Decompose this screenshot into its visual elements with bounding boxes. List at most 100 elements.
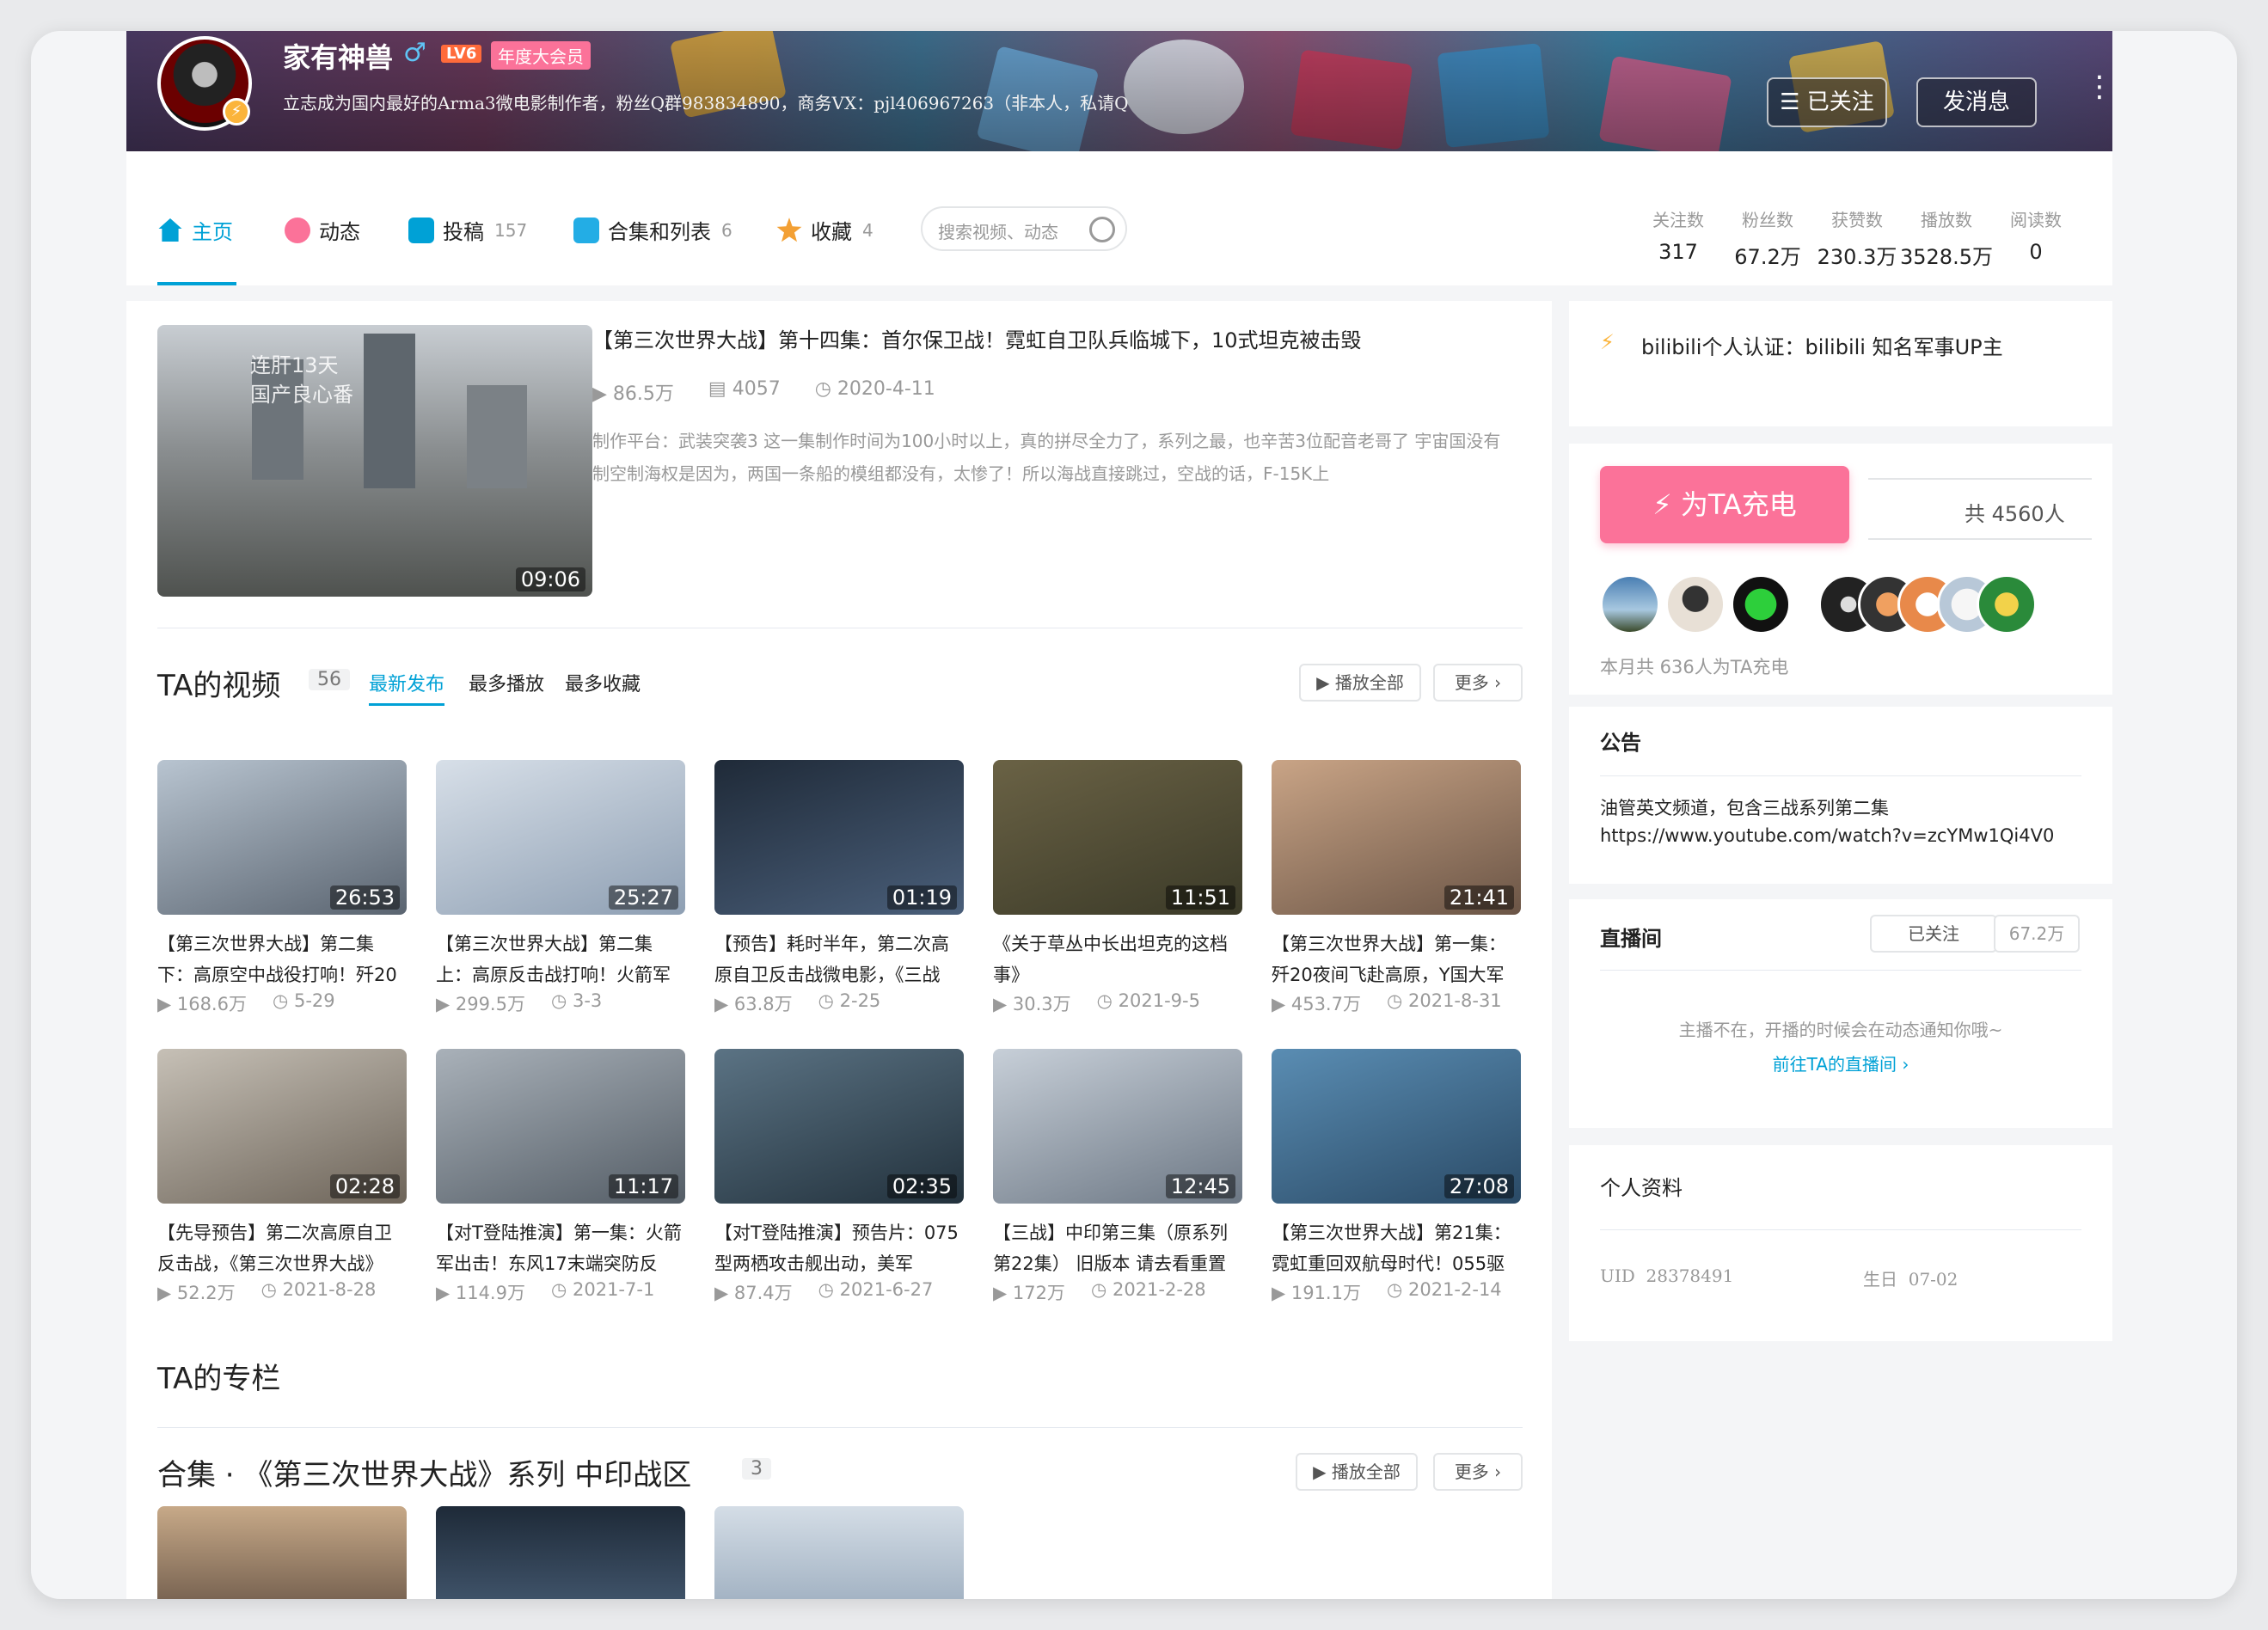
video-thumbnail[interactable]: 26:53 [157, 760, 407, 915]
video-thumbnail[interactable]: 25:27 [436, 760, 685, 915]
top-video-description: 制作平台：武装突袭3 这一集制作时间为100小时以上，真的拼尽全力了，系列之最，… [592, 431, 1501, 484]
play-all-button[interactable]: ▶ 播放全部 [1299, 664, 1421, 702]
main-content: 连肝13天 国产良心番 09:06 【第三次世界大战】第十四集：首尔保卫战！霓虹… [126, 301, 1552, 1599]
charger-avatar[interactable] [1977, 574, 2037, 634]
stat-label: 获赞数 [1831, 210, 1883, 230]
video-thumbnail[interactable]: 02:35 [714, 1049, 964, 1204]
collection-section-title[interactable]: 合集 · 《第三次世界大战》系列 中印战区 [157, 1451, 691, 1493]
browser-window: ⚡ 家有神兽 ♂ LV6 年度大会员 立志成为国内最好的Arma3微电影制作者，… [31, 31, 2237, 1599]
video-title[interactable]: 【先导预告】第二次高原自卫反击战，《第三次世界大战》 [157, 1217, 407, 1279]
collection-thumbnail[interactable] [436, 1506, 685, 1599]
video-title[interactable]: 【第三次世界大战】第一集：歼20夜间飞赴高原，Y国大军 [1272, 928, 1521, 990]
clock-icon: ◷ [1096, 990, 1113, 1011]
video-title[interactable]: 【第三次世界大战】第二集上：高原反击战打响！火箭军 [436, 928, 685, 990]
tab-label: 主页 [192, 220, 233, 244]
certification-card: ⚡ bilibili个人认证：bilibili 知名军事UP主 [1569, 301, 2112, 426]
search-input[interactable]: 搜索视频、动态 [921, 206, 1127, 251]
username: 家有神兽 [283, 41, 394, 74]
video-thumbnail[interactable]: 27:08 [1272, 1049, 1521, 1204]
top-video-title[interactable]: 【第三次世界大战】第十四集：首尔保卫战！霓虹自卫队兵临城下，10式坦克被击毁 [592, 323, 1362, 353]
video-thumbnail[interactable]: 02:28 [157, 1049, 407, 1204]
video-thumbnail[interactable]: 21:41 [1272, 760, 1521, 915]
tab-dynamic[interactable]: 动态 [285, 215, 360, 245]
upload-date: ◷ 2021-8-28 [261, 1279, 377, 1300]
more-videos-button[interactable]: 更多 › [1433, 664, 1523, 702]
birthday-label: 生日 [1863, 1269, 1897, 1290]
video-duration: 02:35 [886, 1174, 957, 1198]
video-duration: 25:27 [608, 885, 678, 910]
video-meta: ▶ 87.4万 ◷ 2021-6-27 [714, 1279, 964, 1305]
live-room-card: 直播间 已关注 67.2万 主播不在，开播的时候会在动态通知你哦~ 前往TA的直… [1569, 899, 2112, 1128]
collection-more-button[interactable]: 更多 › [1433, 1453, 1523, 1491]
avatar[interactable]: ⚡ [157, 36, 252, 131]
play-icon: ▶ [993, 994, 1008, 1014]
birthday-row: 生日 07-02 [1863, 1265, 1958, 1290]
play-count: ▶ 453.7万 [1272, 994, 1361, 1014]
notice-link[interactable]: https://www.youtube.com/watch?v=zcYMw1Qi… [1600, 825, 2054, 846]
clock-icon: ◷ [1090, 1279, 1107, 1300]
search-icon[interactable] [1089, 217, 1115, 242]
clock-icon: ◷ [550, 990, 567, 1011]
video-duration: 09:06 [515, 567, 585, 591]
video-duration: 02:28 [329, 1174, 400, 1198]
video-title[interactable]: 【对T登陆推演】预告片：075型两栖攻击舰出动，美军 [714, 1217, 964, 1279]
divider [1600, 970, 2081, 971]
videos-count-badge: 56 [309, 669, 350, 690]
video-title[interactable]: 【对T登陆推演】第一集：火箭军出击！东风17末端突防反 [436, 1217, 685, 1279]
tab-count: 157 [494, 219, 528, 241]
charger-avatar[interactable] [1665, 574, 1726, 634]
play-count: ▶ 86.5万 [592, 383, 674, 405]
video-meta: ▶ 191.1万 ◷ 2021-2-14 [1272, 1279, 1521, 1305]
collection-thumbnail[interactable] [157, 1506, 407, 1599]
tab-home[interactable]: 主页 [157, 215, 233, 245]
search-placeholder: 搜索视频、动态 [938, 222, 1058, 242]
charger-avatar[interactable] [1600, 574, 1660, 634]
dynamic-icon [285, 217, 310, 243]
live-followed-button[interactable]: 已关注 [1870, 915, 1997, 953]
play-count: ▶ 172万 [993, 1283, 1065, 1303]
upload-date: ◷ 5-29 [272, 990, 335, 1011]
video-title[interactable]: 【第三次世界大战】第21集：霓虹重回双航母时代！055驱 [1272, 1217, 1521, 1279]
send-message-button[interactable]: 发消息 [1916, 77, 2037, 127]
video-title[interactable]: 《关于草丛中长出坦克的这档事》 [993, 928, 1242, 990]
video-meta: ▶ 52.2万 ◷ 2021-8-28 [157, 1279, 407, 1305]
video-thumbnail[interactable]: 11:17 [436, 1049, 685, 1204]
tab-uploads[interactable]: 投稿 157 [408, 215, 527, 245]
tab-latest[interactable]: 最新发布 [369, 669, 444, 696]
play-count: ▶ 30.3万 [993, 994, 1071, 1014]
stat-following[interactable]: 关注数 317 [1631, 206, 1726, 264]
home-icon [158, 218, 182, 242]
video-meta: ▶ 63.8万 ◷ 2-25 [714, 990, 964, 1016]
video-thumbnail[interactable]: 11:51 [993, 760, 1242, 915]
notice-card: 公告 油管英文频道，包含三战系列第二集 https://www.youtube.… [1569, 707, 2112, 884]
tab-most-favorited[interactable]: 最多收藏 [565, 669, 641, 696]
clock-icon: ◷ [1386, 990, 1403, 1011]
building-shape [467, 385, 527, 488]
video-duration: 27:08 [1444, 1174, 1514, 1198]
video-thumbnail[interactable]: 12:45 [993, 1049, 1242, 1204]
video-duration: 01:19 [886, 885, 957, 910]
collection-thumbnail[interactable] [714, 1506, 964, 1599]
danmaku-count: ▤ 4057 [708, 378, 781, 400]
play-icon: ▶ [1272, 1283, 1286, 1303]
video-title[interactable]: 【预告】耗时半年，第二次高原自卫反击战微电影，《三战 [714, 928, 964, 990]
video-thumbnail[interactable]: 01:19 [714, 760, 964, 915]
collection-play-all-button[interactable]: ▶ 播放全部 [1296, 1453, 1418, 1491]
play-icon: ▶ [157, 1283, 172, 1303]
video-title[interactable]: 【三战】中印第三集（原系列第22集） 旧版本 请去看重置 [993, 1217, 1242, 1279]
top-video-thumbnail[interactable]: 连肝13天 国产良心番 09:06 [157, 325, 592, 597]
followed-button[interactable]: ☰ 已关注 [1767, 77, 1887, 127]
charger-avatar[interactable] [1731, 574, 1791, 634]
stat-fans[interactable]: 粉丝数 67.2万 [1720, 206, 1815, 270]
user-signature: 立志成为国内最好的Arma3微电影制作者，粉丝Q群983834890，商务VX：… [283, 93, 1129, 113]
video-title[interactable]: 【第三次世界大战】第二集下：高原空中战役打响！歼20 [157, 928, 407, 990]
clock-icon: ◷ [1386, 1279, 1403, 1300]
tab-collections[interactable]: 合集和列表 6 [573, 215, 733, 245]
lightning-icon: ⚡ [1600, 330, 1615, 354]
tab-most-played[interactable]: 最多播放 [469, 669, 544, 696]
more-options-icon[interactable]: ⋮ [2085, 72, 2112, 101]
charge-button[interactable]: ⚡ 为TA充电 [1600, 466, 1849, 543]
play-count: ▶ 52.2万 [157, 1283, 236, 1303]
tab-favorites[interactable]: 收藏 4 [776, 215, 873, 245]
live-room-link[interactable]: 前往TA的直播间 › [1569, 1051, 2112, 1075]
